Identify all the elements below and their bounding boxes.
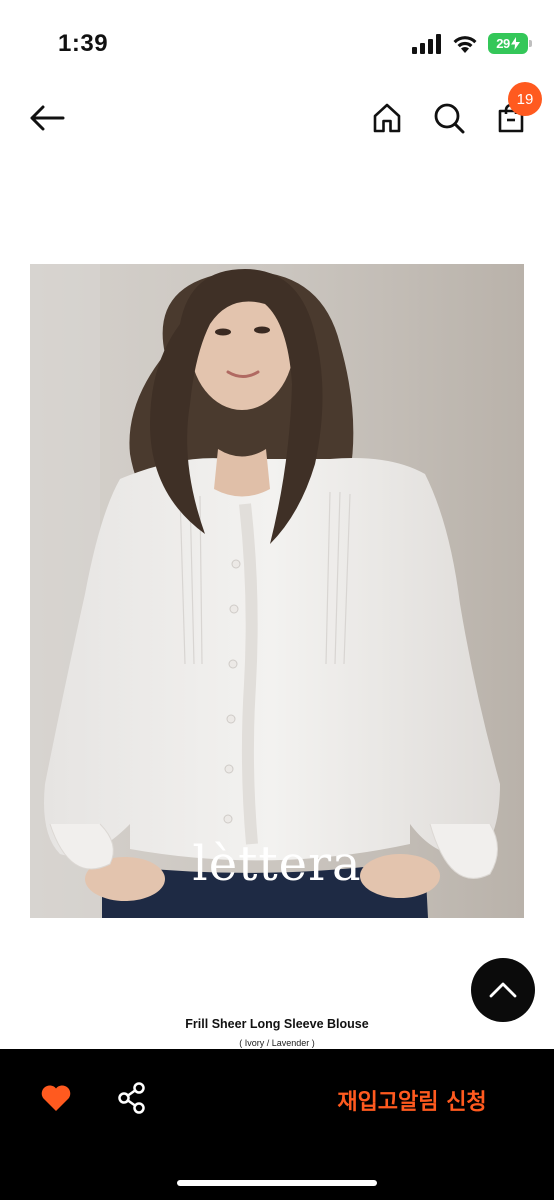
chevron-up-icon [489,982,517,998]
share-button[interactable] [117,1082,147,1114]
top-nav [0,88,554,150]
status-time: 1:39 [58,30,109,57]
share-icon [118,1082,145,1114]
home-indicator[interactable] [177,1180,377,1186]
product-options: ( Ivory / Lavender ) [239,1038,315,1048]
back-button[interactable] [27,98,67,138]
status-bar: 1:39 29 [0,0,554,88]
brand-logo: lèttera [192,836,362,892]
heart-icon [41,1085,71,1111]
charging-bolt-icon [510,37,520,50]
search-icon [434,103,465,134]
home-button[interactable] [367,98,407,138]
wishlist-button[interactable] [40,1083,72,1113]
battery-level: 29 [496,36,510,51]
signal-icon [412,33,441,54]
product-image[interactable]: lèttera [30,264,524,918]
status-icons: 29 [412,33,532,54]
product-photo [30,264,524,918]
search-button[interactable] [429,98,469,138]
home-icon [373,103,401,133]
bottom-action-bar: 재입고알림 신청 [0,1049,554,1200]
scroll-to-top-button[interactable] [471,958,535,1022]
battery-icon: 29 [488,33,532,54]
back-arrow-icon [30,105,65,131]
wifi-icon [453,35,477,53]
restock-alert-button[interactable]: 재입고알림 신청 [312,1084,512,1115]
cart-count-badge: 19 [508,82,542,116]
product-title: Frill Sheer Long Sleeve Blouse [185,1017,369,1031]
